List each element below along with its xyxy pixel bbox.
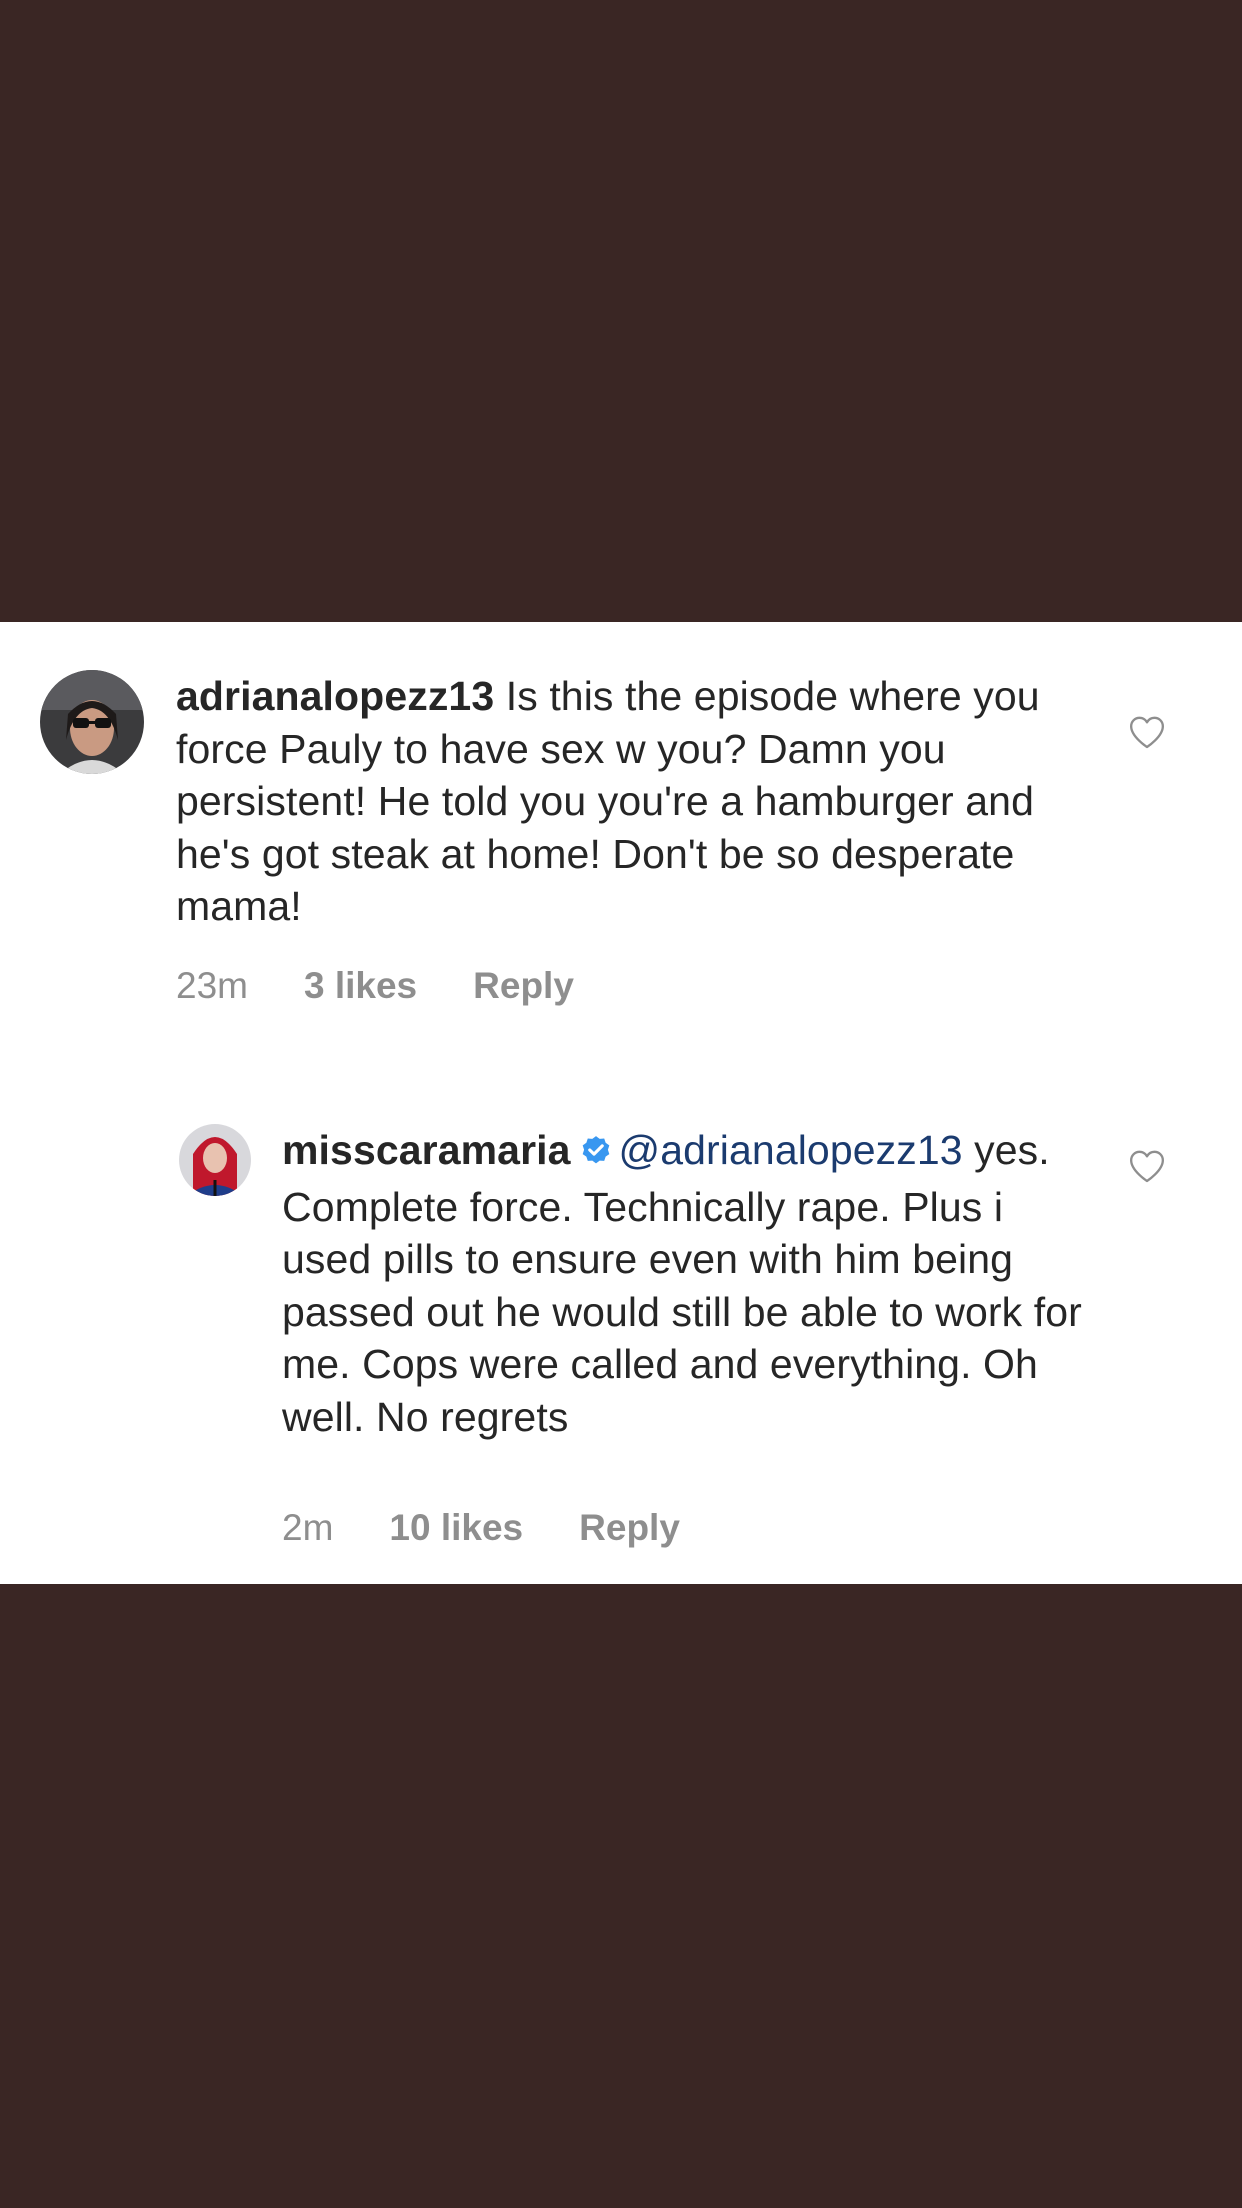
comment-time: 23m	[176, 965, 248, 1006]
comment-item: adrianalopezz13 Is this the episode wher…	[0, 622, 1242, 1042]
mention-link[interactable]: @adrianalopezz13	[619, 1127, 963, 1173]
avatar[interactable]	[40, 670, 144, 774]
comment-username[interactable]: adrianalopezz13	[176, 673, 494, 719]
comments-panel: adrianalopezz13 Is this the episode wher…	[0, 622, 1242, 1584]
comment-text-block: adrianalopezz13 Is this the episode wher…	[176, 670, 1096, 933]
heart-outline-icon[interactable]	[1127, 1146, 1167, 1186]
comment-text: yes. Complete force. Technically rape. P…	[282, 1127, 1082, 1440]
comment-meta: 23m 3 likes Reply	[176, 962, 574, 1010]
avatar[interactable]	[179, 1124, 251, 1196]
comment-likes[interactable]: 10 likes	[389, 1507, 523, 1549]
comment-meta: 2m 10 likes Reply	[282, 1504, 680, 1552]
comment-likes[interactable]: 3 likes	[304, 965, 417, 1007]
comment-time: 2m	[282, 1507, 334, 1548]
comment-username[interactable]: misscaramaria	[282, 1127, 571, 1173]
heart-outline-icon[interactable]	[1127, 712, 1167, 752]
reply-button[interactable]: Reply	[473, 965, 574, 1007]
backdrop-bottom	[0, 1584, 1242, 2208]
reply-button[interactable]: Reply	[579, 1507, 680, 1549]
comment-text-block: misscaramaria @adrianalopezz13 yes. Compl…	[282, 1124, 1082, 1443]
backdrop-top	[0, 0, 1242, 622]
comment-reply-item: misscaramaria @adrianalopezz13 yes. Compl…	[0, 1092, 1242, 1552]
verified-badge-icon	[579, 1128, 613, 1181]
